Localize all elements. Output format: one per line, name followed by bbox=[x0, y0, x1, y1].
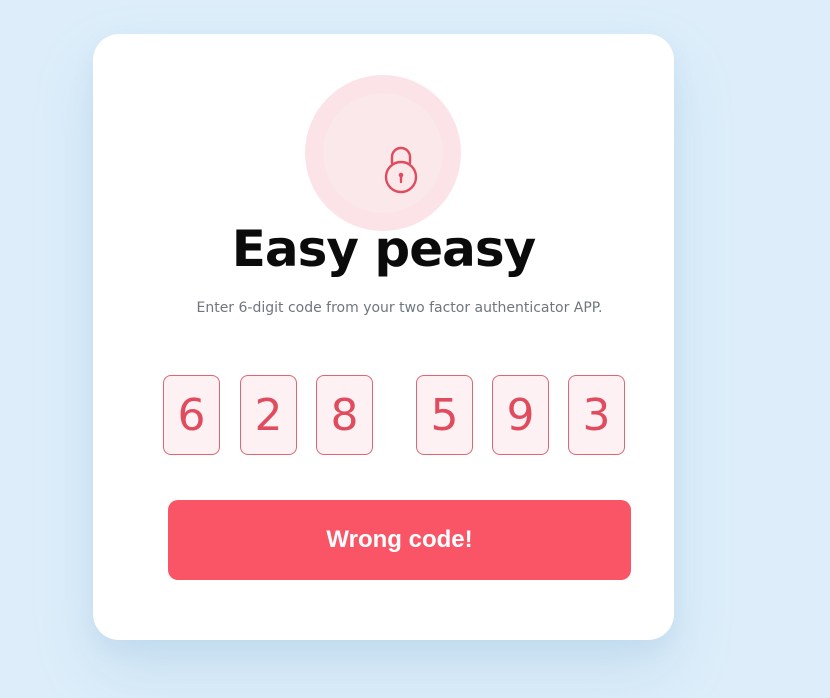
code-input-group: 6 2 8 5 9 3 bbox=[163, 375, 633, 457]
code-digit-2[interactable]: 2 bbox=[240, 375, 297, 455]
code-digit-1[interactable]: 6 bbox=[163, 375, 220, 455]
auth-card: Easy peasy Enter 6-digit code from your … bbox=[93, 34, 674, 640]
instruction-text: Enter 6-digit code from your two factor … bbox=[196, 300, 603, 316]
lock-icon bbox=[384, 146, 418, 194]
code-digit-6[interactable]: 3 bbox=[568, 375, 625, 455]
page-title: Easy peasy bbox=[231, 220, 536, 278]
verify-button[interactable]: Wrong code! bbox=[168, 500, 631, 580]
lock-badge bbox=[305, 75, 461, 231]
lock-badge-inner bbox=[323, 93, 443, 213]
code-digit-5[interactable]: 9 bbox=[492, 375, 549, 455]
code-digit-4[interactable]: 5 bbox=[416, 375, 473, 455]
code-digit-3[interactable]: 8 bbox=[316, 375, 373, 455]
